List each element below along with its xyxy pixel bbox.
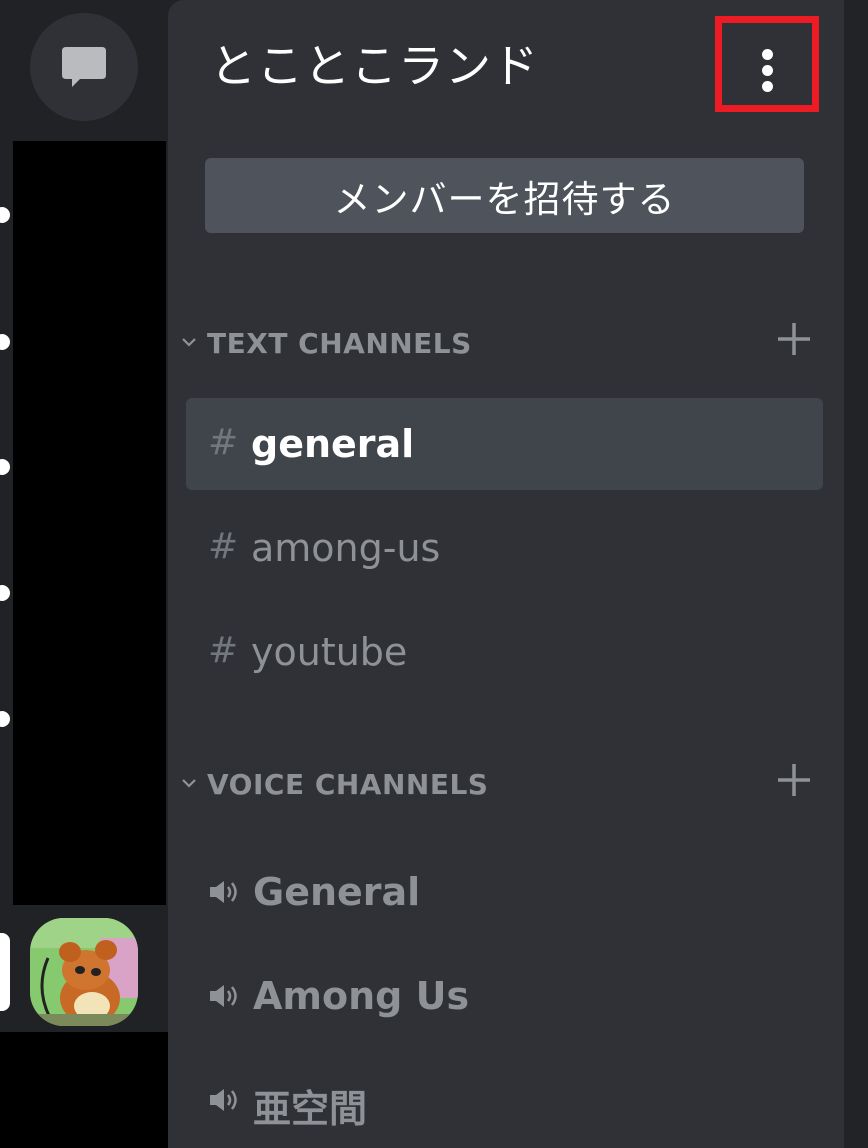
panel-edge [844, 0, 868, 1148]
channel-among-us[interactable]: # among-us [186, 502, 823, 594]
channel-name: General [253, 870, 421, 914]
redacted-server-list [13, 141, 166, 905]
unread-indicator [0, 711, 10, 727]
speaker-icon [210, 1089, 237, 1111]
plus-icon[interactable] [776, 321, 812, 357]
server-rail [0, 0, 183, 1148]
invite-members-button[interactable]: メンバーを招待する [205, 158, 804, 233]
category-label: TEXT CHANNELS [207, 327, 472, 360]
category-text-channels[interactable]: TEXT CHANNELS [178, 323, 818, 367]
hash-icon: # [208, 526, 239, 567]
chevron-down-icon [182, 779, 196, 788]
server-menu-button[interactable] [715, 16, 819, 112]
unread-indicator [0, 207, 10, 223]
unread-indicator [0, 459, 10, 475]
voice-channel-among-us[interactable]: Among Us [186, 950, 823, 1042]
hash-icon: # [208, 422, 239, 463]
redacted-area [0, 1032, 183, 1148]
category-voice-channels[interactable]: VOICE CHANNELS [178, 764, 818, 808]
channel-name: 亜空間 [253, 1087, 368, 1131]
plus-icon[interactable] [776, 762, 812, 798]
server-name[interactable]: とことこランド [210, 30, 539, 96]
channel-name: among-us [251, 526, 441, 570]
channel-youtube[interactable]: # youtube [186, 606, 823, 698]
hash-icon: # [208, 630, 239, 671]
channel-name: Among Us [253, 974, 470, 1018]
channel-name: general [251, 422, 415, 466]
voice-channel-akuukan[interactable]: 亜空間 [186, 1054, 823, 1146]
unread-indicator [0, 585, 10, 601]
chat-bubble-icon [62, 47, 106, 87]
speaker-icon [210, 881, 237, 903]
server-avatar-image [30, 918, 138, 1026]
unread-indicator [0, 334, 10, 350]
category-label: VOICE CHANNELS [207, 768, 489, 801]
direct-messages-button[interactable] [30, 13, 138, 121]
selected-server-indicator [0, 933, 10, 1011]
speaker-icon [210, 985, 237, 1007]
channel-panel: とことこランド メンバーを招待する TEXT CHANNELS # genera… [168, 0, 844, 1148]
chevron-down-icon [182, 338, 196, 347]
voice-channel-general[interactable]: General [186, 846, 823, 938]
channel-name: youtube [251, 630, 408, 674]
channel-general[interactable]: # general [186, 398, 823, 490]
server-icon-selected[interactable] [30, 918, 138, 1026]
